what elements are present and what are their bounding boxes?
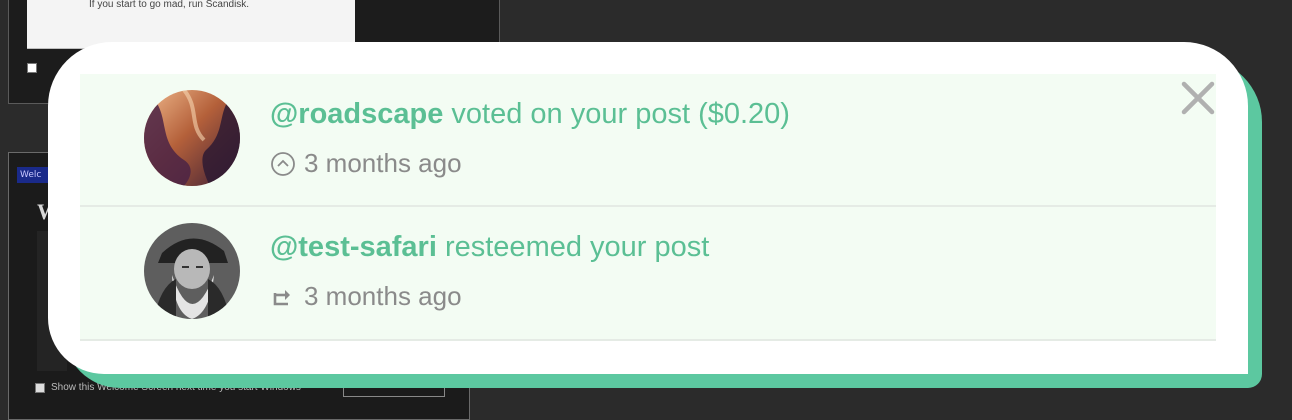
canyon-avatar-image	[144, 90, 240, 186]
close-button[interactable]	[1178, 78, 1218, 118]
background-checkbox	[27, 63, 37, 73]
background-welcome-checkbox	[35, 383, 45, 393]
notification-text: @test-safari resteemed your post	[270, 231, 709, 264]
notification-action-text: voted on your post ($0.20)	[443, 98, 790, 130]
notification-item[interactable]: @roadscape voted on your post ($0.20) 3 …	[80, 74, 1216, 207]
notification-user-link[interactable]: @roadscape	[270, 98, 443, 130]
notification-action-text: resteemed your post	[436, 231, 710, 263]
notification-meta: 3 months ago	[270, 148, 462, 179]
notification-list: @roadscape voted on your post ($0.20) 3 …	[80, 74, 1216, 341]
notification-time: 3 months ago	[304, 281, 462, 311]
upvote-icon	[270, 151, 296, 177]
notification-meta: 3 months ago	[270, 281, 462, 312]
portrait-avatar-image	[144, 223, 240, 319]
close-x-icon	[1181, 81, 1215, 115]
avatar[interactable]	[144, 223, 240, 319]
notification-text: @roadscape voted on your post ($0.20)	[270, 98, 790, 131]
notifications-popup: @roadscape voted on your post ($0.20) 3 …	[48, 42, 1248, 374]
notification-time: 3 months ago	[304, 148, 462, 178]
resteem-icon	[270, 284, 296, 310]
notification-user-link[interactable]: @test-safari	[270, 231, 437, 263]
notification-item[interactable]: @test-safari resteemed your post 3 month…	[80, 207, 1216, 341]
background-window-top-text: If you start to go mad, run Scandisk.	[89, 0, 250, 10]
avatar[interactable]	[144, 90, 240, 186]
